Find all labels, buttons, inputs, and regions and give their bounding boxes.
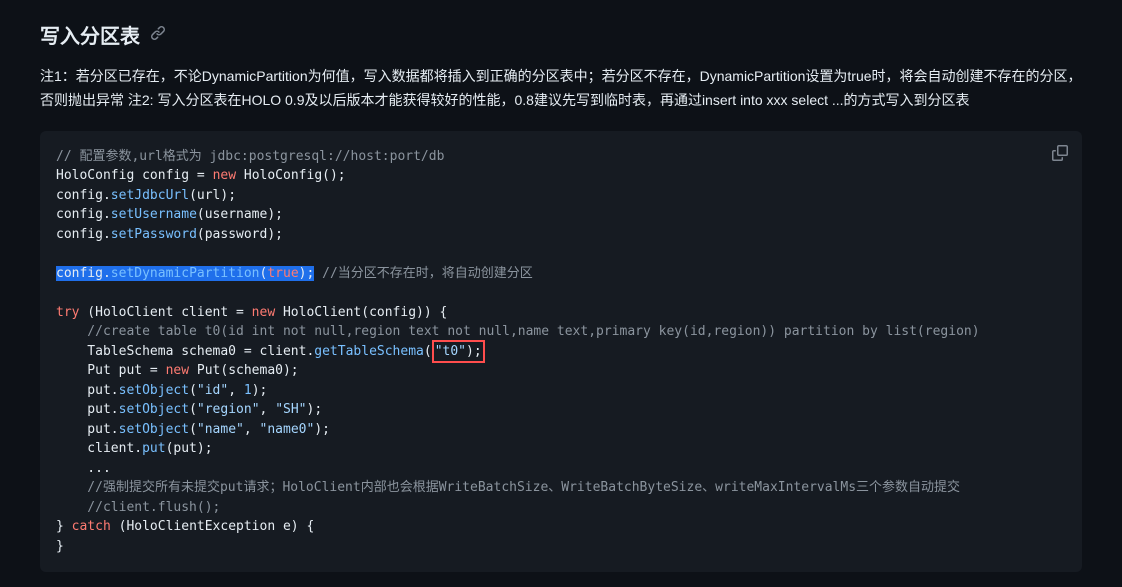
code-text: Put(schema0); xyxy=(189,363,299,378)
code-comment: // 配置参数,url格式为 jdbc:postgresql://host:po… xyxy=(56,149,444,164)
code-text: ( xyxy=(424,344,432,359)
code-text: ( xyxy=(189,402,197,417)
code-text: TableSchema schema0 = client. xyxy=(56,344,314,359)
code-text: Put put = xyxy=(56,363,166,378)
code-text: , xyxy=(244,422,260,437)
code-keyword: new xyxy=(252,305,275,320)
code-text: config. xyxy=(56,266,111,281)
code-method: setObject xyxy=(119,422,189,437)
code-text: (put); xyxy=(166,441,213,456)
code-number: 1 xyxy=(244,383,252,398)
code-comment: //client.flush(); xyxy=(56,500,220,515)
code-method: getTableSchema xyxy=(314,344,424,359)
section-description: 注1：若分区已存在，不论DynamicPartition为何值，写入数据都将插入… xyxy=(40,65,1082,113)
code-text: (url); xyxy=(189,188,236,203)
code-text: put. xyxy=(56,383,119,398)
code-text: ); xyxy=(466,344,482,359)
code-text: (HoloClientException e) { xyxy=(111,519,315,534)
code-method: put xyxy=(142,441,165,456)
code-text: , xyxy=(228,383,244,398)
code-method: setPassword xyxy=(111,227,197,242)
code-text: ... xyxy=(56,461,111,476)
code-text: client. xyxy=(56,441,142,456)
code-keyword: new xyxy=(213,168,236,183)
code-text: HoloClient(config)) { xyxy=(275,305,447,320)
code-text: ( xyxy=(189,422,197,437)
code-string: "region" xyxy=(197,402,260,417)
code-comment: //create table t0(id int not null,region… xyxy=(56,324,980,339)
code-comment: //当分区不存在时，将自动创建分区 xyxy=(314,266,532,281)
code-text: } xyxy=(56,539,64,554)
copy-icon[interactable] xyxy=(1048,141,1072,172)
code-keyword: true xyxy=(267,266,298,281)
code-text: (password); xyxy=(197,227,283,242)
code-keyword: try xyxy=(56,305,79,320)
red-highlight-box: "t0"); xyxy=(432,340,485,364)
code-text: (username); xyxy=(197,207,283,222)
code-text: HoloConfig xyxy=(244,168,322,183)
code-method: setJdbcUrl xyxy=(111,188,189,203)
code-string: "t0" xyxy=(435,344,466,359)
code-string: "SH" xyxy=(275,402,306,417)
code-method: setObject xyxy=(119,383,189,398)
code-keyword: new xyxy=(166,363,189,378)
code-text: ( xyxy=(189,383,197,398)
code-text: ); xyxy=(307,402,323,417)
code-text: put. xyxy=(56,402,119,417)
code-text: put. xyxy=(56,422,119,437)
code-text: config. xyxy=(56,207,111,222)
code-text: config xyxy=(142,168,189,183)
highlighted-selection: config.setDynamicPartition(true); xyxy=(56,266,314,281)
code-text: , xyxy=(260,402,276,417)
section-heading: 写入分区表 xyxy=(40,20,140,49)
code-method: setUsername xyxy=(111,207,197,222)
code-string: "id" xyxy=(197,383,228,398)
code-text: (HoloClient client = xyxy=(79,305,251,320)
code-text: HoloConfig xyxy=(56,168,134,183)
anchor-link-icon[interactable] xyxy=(150,25,166,44)
code-text: config. xyxy=(56,227,111,242)
code-comment: //强制提交所有未提交put请求；HoloClient内部也会根据WriteBa… xyxy=(56,480,960,495)
code-text: ); xyxy=(314,422,330,437)
code-string: "name" xyxy=(197,422,244,437)
code-content: // 配置参数,url格式为 jdbc:postgresql://host:po… xyxy=(56,147,1066,557)
code-method: setObject xyxy=(119,402,189,417)
code-block: // 配置参数,url格式为 jdbc:postgresql://host:po… xyxy=(40,131,1082,573)
code-string: "name0" xyxy=(260,422,315,437)
code-text: } xyxy=(56,519,72,534)
code-text: ); xyxy=(252,383,268,398)
code-text: ); xyxy=(299,266,315,281)
code-method: setDynamicPartition xyxy=(111,266,260,281)
code-text: config. xyxy=(56,188,111,203)
code-keyword: catch xyxy=(72,519,111,534)
